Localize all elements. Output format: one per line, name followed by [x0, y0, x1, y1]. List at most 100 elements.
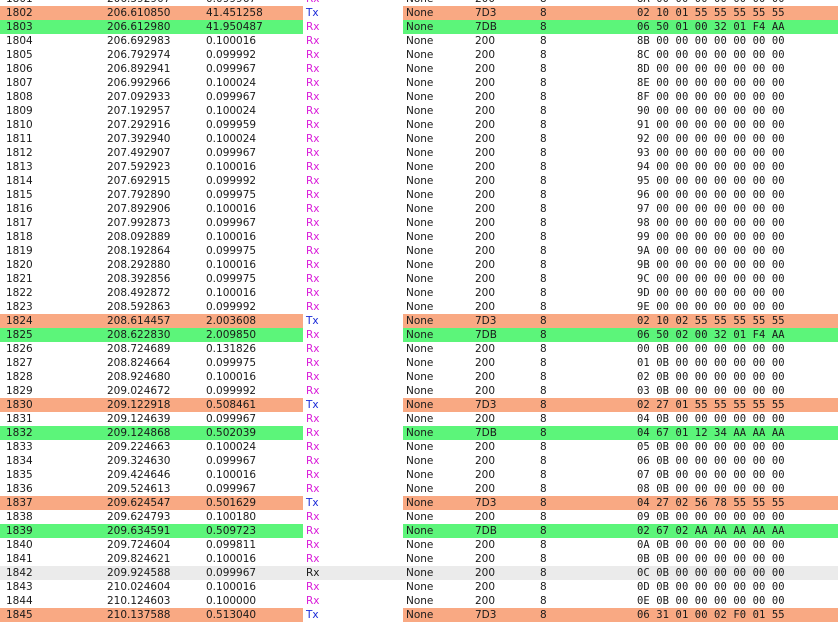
table-row[interactable]: 1827 208.824664 0.099975 Rx None 200 8 01 0B 00…: [0, 356, 838, 370]
message-index-cell: 1806: [6, 63, 33, 75]
table-row[interactable]: 1822 208.492872 0.100016 Rx None 200 8 9D 00 00…: [0, 286, 838, 300]
table-row[interactable]: 1807 206.992966 0.100024 Rx None 200 8 8E 00 00…: [0, 76, 838, 90]
table-row[interactable]: 1803 206.612980 41.950487 Rx None 7DB 8 06 50 0…: [0, 20, 838, 34]
table-row[interactable]: 1812 207.492907 0.099967 Rx None 200 8 93 00 00…: [0, 146, 838, 160]
message-index-cell: 1811: [6, 133, 33, 145]
table-row[interactable]: 1824 208.614457 2.003608 Tx None 7D3 8 02 10 02…: [0, 314, 838, 328]
table-row[interactable]: 1841 209.824621 0.100016 Rx None 200 8 0B 0B 00…: [0, 552, 838, 566]
dlc-cell: 8: [540, 567, 547, 579]
data-bytes-cell: 04 0B 00 00 00 00 00 00: [637, 413, 785, 425]
table-row[interactable]: 1834 209.324630 0.099967 Rx None 200 8 06 0B 00…: [0, 454, 838, 468]
table-row[interactable]: 1810 207.292916 0.099959 Rx None 200 8 91 00 00…: [0, 118, 838, 132]
data-bytes-cell: 01 0B 00 00 00 00 00 00: [637, 357, 785, 369]
table-row[interactable]: 1823 208.592863 0.099992 Rx None 200 8 9E 00 00…: [0, 300, 838, 314]
data-bytes-cell: 00 0B 00 00 00 00 00 00: [637, 343, 785, 355]
table-row[interactable]: 1805 206.792974 0.099992 Rx None 200 8 8C 00 00…: [0, 48, 838, 62]
table-row[interactable]: 1837 209.624547 0.501629 Tx None 7D3 8 04 27 02…: [0, 496, 838, 510]
mode-cell: None: [406, 469, 434, 481]
time-delta-cell: 0.100016: [206, 259, 257, 271]
message-index-cell: 1814: [6, 175, 33, 187]
dlc-cell: 8: [540, 203, 547, 215]
table-row[interactable]: 1832 209.124868 0.502039 Rx None 7DB 8 04 67 01…: [0, 426, 838, 440]
table-row[interactable]: 1838 209.624793 0.100180 Rx None 200 8 09 0B 00…: [0, 510, 838, 524]
direction-cell: Rx: [306, 147, 320, 159]
time-delta-cell: 0.100024: [206, 441, 257, 453]
dlc-cell: 8: [540, 119, 547, 131]
table-row[interactable]: 1818 208.092889 0.100016 Rx None 200 8 99 00 00…: [0, 230, 838, 244]
table-row[interactable]: 1839 209.634591 0.509723 Rx None 7DB 8 02 67 02…: [0, 524, 838, 538]
table-row[interactable]: 1815 207.792890 0.099975 Rx None 200 8 96 00 00…: [0, 188, 838, 202]
dlc-cell: 8: [540, 511, 547, 523]
table-row[interactable]: 1840 209.724604 0.099811 Rx None 200 8 0A 0B 00…: [0, 538, 838, 552]
timestamp-cell: 209.124868: [107, 427, 171, 439]
table-row[interactable]: 1829 209.024672 0.099992 Rx None 200 8 03 0B 00…: [0, 384, 838, 398]
table-row[interactable]: 1835 209.424646 0.100016 Rx None 200 8 07 0B 00…: [0, 468, 838, 482]
direction-cell: Rx: [306, 441, 320, 453]
mode-cell: None: [406, 119, 434, 131]
direction-cell: Rx: [306, 273, 320, 285]
direction-cell: Rx: [306, 357, 320, 369]
table-row[interactable]: 1804 206.692983 0.100016 Rx None 200 8 8B 00 00…: [0, 34, 838, 48]
time-delta-cell: 0.099975: [206, 189, 257, 201]
mode-cell: None: [406, 455, 434, 467]
data-bytes-cell: 95 00 00 00 00 00 00 00: [637, 175, 785, 187]
table-row[interactable]: 1802 206.610850 41.451258 Tx None 7D3 8 02 10 0…: [0, 6, 838, 20]
table-row[interactable]: 1833 209.224663 0.100024 Rx None 200 8 05 0B 00…: [0, 440, 838, 454]
time-delta-cell: 0.100016: [206, 35, 257, 47]
direction-cell: Rx: [306, 77, 320, 89]
timestamp-cell: 207.592923: [107, 161, 171, 173]
can-id-cell: 7DB: [475, 525, 497, 537]
data-bytes-cell: 06 50 01 00 32 01 F4 AA: [637, 21, 785, 33]
table-row[interactable]: 1836 209.524613 0.099967 Rx None 200 8 08 0B 00…: [0, 482, 838, 496]
direction-cell: Rx: [306, 539, 320, 551]
dlc-cell: 8: [540, 91, 547, 103]
table-row[interactable]: 1806 206.892941 0.099967 Rx None 200 8 8D 00 00…: [0, 62, 838, 76]
direction-cell: Rx: [306, 91, 320, 103]
direction-cell: Rx: [306, 119, 320, 131]
table-row[interactable]: 1820 208.292880 0.100016 Rx None 200 8 9B 00 00…: [0, 258, 838, 272]
table-row[interactable]: 1845 210.137588 0.513040 Tx None 7D3 8 06 31 01…: [0, 608, 838, 622]
table-row[interactable]: 1825 208.622830 2.009850 Rx None 7DB 8 06 50 02…: [0, 328, 838, 342]
table-row[interactable]: 1817 207.992873 0.099967 Rx None 200 8 98 00 00…: [0, 216, 838, 230]
timestamp-cell: 208.614457: [107, 315, 171, 327]
message-index-cell: 1807: [6, 77, 33, 89]
data-bytes-cell: 04 67 01 12 34 AA AA AA: [637, 427, 785, 439]
data-bytes-cell: 90 00 00 00 00 00 00 00: [637, 105, 785, 117]
message-index-cell: 1818: [6, 231, 33, 243]
table-row[interactable]: 1828 208.924680 0.100016 Rx None 200 8 02 0B 00…: [0, 370, 838, 384]
time-delta-cell: 0.099975: [206, 273, 257, 285]
dlc-cell: 8: [540, 609, 547, 621]
table-row[interactable]: 1821 208.392856 0.099975 Rx None 200 8 9C 00 00…: [0, 272, 838, 286]
mode-cell: None: [406, 231, 434, 243]
dlc-cell: 8: [540, 301, 547, 313]
table-row[interactable]: 1831 209.124639 0.099967 Rx None 200 8 04 0B 00…: [0, 412, 838, 426]
dlc-cell: 8: [540, 371, 547, 383]
table-row[interactable]: 1830 209.122918 0.508461 Tx None 7D3 8 02 27 01…: [0, 398, 838, 412]
table-row[interactable]: 1842 209.924588 0.099967 Rx None 200 8 0C 0B 00…: [0, 566, 838, 580]
table-row[interactable]: 1813 207.592923 0.100016 Rx None 200 8 94 00 00…: [0, 160, 838, 174]
message-index-cell: 1803: [6, 21, 33, 33]
time-delta-cell: 0.501629: [206, 497, 257, 509]
table-row[interactable]: 1826 208.724689 0.131826 Rx None 200 8 00 0B 00…: [0, 342, 838, 356]
time-delta-cell: 0.100016: [206, 469, 257, 481]
message-index-cell: 1829: [6, 385, 33, 397]
table-row[interactable]: 1816 207.892906 0.100016 Rx None 200 8 97 00 00…: [0, 202, 838, 216]
time-delta-cell: 0.100016: [206, 371, 257, 383]
data-bytes-cell: 9D 00 00 00 00 00 00 00: [637, 287, 785, 299]
table-row[interactable]: 1843 210.024604 0.100016 Rx None 200 8 0D 0B 00…: [0, 580, 838, 594]
can-id-cell: 200: [475, 147, 496, 159]
table-row[interactable]: 1811 207.392940 0.100024 Rx None 200 8 92 00 00…: [0, 132, 838, 146]
table-row[interactable]: 1819 208.192864 0.099975 Rx None 200 8 9A 00 00…: [0, 244, 838, 258]
time-delta-cell: 0.513040: [206, 609, 257, 621]
table-row[interactable]: 1808 207.092933 0.099967 Rx None 200 8 8F 00 00…: [0, 90, 838, 104]
dlc-cell: 8: [540, 595, 547, 607]
mode-cell: None: [406, 567, 434, 579]
timestamp-cell: 209.024672: [107, 385, 171, 397]
time-delta-cell: 0.099975: [206, 245, 257, 257]
can-id-cell: 200: [475, 567, 496, 579]
table-row[interactable]: 1809 207.192957 0.100024 Rx None 200 8 90 00 00…: [0, 104, 838, 118]
table-row[interactable]: 1814 207.692915 0.099992 Rx None 200 8 95 00 00…: [0, 174, 838, 188]
message-index-cell: 1815: [6, 189, 33, 201]
table-row[interactable]: 1844 210.124603 0.100000 Rx None 200 8 0E 0B 00…: [0, 594, 838, 608]
can-id-cell: 200: [475, 217, 496, 229]
